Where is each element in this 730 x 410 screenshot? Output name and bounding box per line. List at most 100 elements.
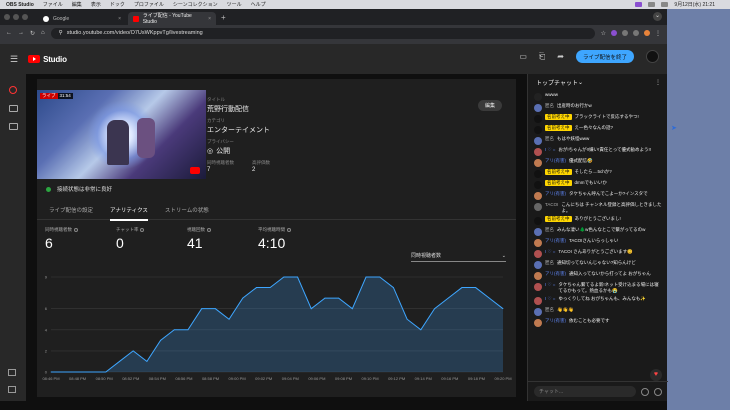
browser-menu-icon[interactable]: ⋮ [655, 30, 661, 37]
chat-author: アリ(有害) [545, 238, 566, 243]
chat-avatar [534, 93, 542, 101]
chat-message[interactable]: 名前考え中 ブラックライトで反応するやつ! [528, 113, 668, 124]
tab-analytics[interactable]: アナリティクス [110, 200, 159, 221]
tab-youtube-studio[interactable]: ライブ配信 - YouTube Studio × [128, 12, 216, 25]
end-stream-button[interactable]: ライブ配信を終了 [575, 50, 634, 63]
minimize-window-button[interactable] [13, 14, 19, 20]
tab-google[interactable]: Google × [38, 12, 126, 25]
chat-message[interactable]: wwww [528, 91, 668, 102]
chat-avatar [534, 148, 542, 156]
chat-message[interactable]: 匿名 みんな凄い🌲w色んなとこで繋がってるのw [528, 226, 668, 237]
metric-select[interactable]: 同時視聴者数 ⌄ [411, 250, 506, 262]
emoji-icon[interactable] [641, 387, 649, 396]
menubar-item[interactable]: プロファイル [134, 1, 164, 8]
send-icon[interactable] [654, 387, 662, 396]
profile-avatar[interactable] [644, 30, 650, 36]
menubar-item[interactable]: シーンコレクション [173, 1, 218, 8]
theater-mode-icon[interactable]: ▭ [519, 52, 527, 61]
channel-avatar[interactable] [646, 50, 659, 63]
chart-point [173, 329, 175, 331]
feedback-icon[interactable] [8, 386, 16, 393]
heart-reaction-icon[interactable]: ♥ [650, 369, 662, 381]
manage-icon[interactable] [8, 123, 18, 130]
chat-message[interactable]: 匿名 出産時のお行かw [528, 102, 668, 113]
chat-author: I ♡ = [545, 147, 556, 152]
chat-message[interactable]: アリ(有害) 通知入ってないから打ってよ おがちゃん [528, 270, 668, 281]
chevron-down-icon: ⌄ [501, 252, 506, 259]
tab-stream-settings[interactable]: ライブ配信の設定 [49, 200, 104, 220]
bookmark-star-icon[interactable]: ☆ [601, 30, 606, 37]
extension-icon[interactable] [622, 30, 628, 36]
new-tab-button[interactable]: + [221, 13, 226, 22]
forward-icon[interactable]: → [18, 30, 24, 36]
youtube-studio-logo[interactable]: Studio [28, 55, 67, 64]
chat-message[interactable]: 匿名 もはや妖怪www [528, 135, 668, 146]
chat-message[interactable]: アリ(有害) タケちゃん呼んでこよーか?インスタで [528, 190, 668, 201]
info-icon[interactable] [207, 228, 211, 232]
chat-message[interactable]: I ♡ = TACOI さんありがとうございます😊 [528, 248, 668, 259]
zoom-window-button[interactable] [22, 14, 28, 20]
close-window-button[interactable] [4, 14, 10, 20]
chat-title[interactable]: トップチャット [536, 78, 578, 87]
chart-point [297, 276, 298, 278]
x-tick-label: 08:58 PM [202, 376, 219, 381]
menubar-item[interactable]: ヘルプ [251, 1, 266, 8]
chat-message[interactable]: アリ(有害) 依むことも必要です [528, 317, 668, 328]
info-icon[interactable] [140, 228, 145, 232]
chat-message[interactable]: 匿名 👋👋👋 [528, 306, 668, 317]
chat-message[interactable]: アリ(有害) TACOIさんいらっしゃい [528, 237, 668, 248]
chat-message[interactable]: I ♡ = ゆっくりしてね おがちゃんも、みんなも✨ [528, 295, 668, 306]
menubar-item[interactable]: 編集 [72, 1, 82, 8]
close-tab-icon[interactable]: × [118, 16, 121, 22]
metric-select-value: 同時視聴者数 [411, 253, 442, 259]
chat-input[interactable]: チャット... [534, 386, 636, 397]
tab-stream-health[interactable]: ストリームの状態 [165, 200, 220, 220]
wifi-icon[interactable] [648, 2, 656, 7]
share-icon[interactable]: ➦ [557, 52, 564, 61]
menubar-item[interactable]: ツール [227, 1, 242, 8]
search-icon[interactable] [661, 2, 669, 7]
info-icon[interactable] [287, 228, 291, 232]
chat-message[interactable]: I ♡ = おが!ちゃんが!!嫌い!責任とって優式勧めよう!! [528, 146, 668, 157]
info-icon[interactable] [74, 228, 78, 232]
bookmark-icon[interactable]: ⎗ [539, 52, 545, 62]
chat-author: 名前考え中 [545, 125, 572, 131]
menu-icon[interactable]: ☰ [10, 54, 18, 65]
chat-message[interactable]: 名前考え中 そしたら....5chか? [528, 168, 668, 179]
chevron-down-icon[interactable]: ⌄ [578, 79, 583, 86]
chat-avatar [534, 272, 542, 280]
menubar-item[interactable]: 表示 [91, 1, 101, 8]
stream-preview[interactable]: ライブ 31:54 [37, 90, 206, 179]
back-icon[interactable]: ← [6, 30, 12, 36]
chat-message[interactable]: 名前考え中 ありがとうございまし! [528, 215, 668, 226]
live-chat-panel: トップチャット ⌄ ⋮ wwww 匿名 出産時のお行かw 名前考え中 ブラックライトで反… [527, 74, 668, 401]
chat-text: 通知切ってないんじゃない?知らんけど [557, 260, 636, 265]
chat-author: 匿名 [545, 227, 554, 232]
category-label: カテゴリ [207, 118, 225, 123]
home-icon[interactable]: ⌂ [41, 30, 45, 36]
menubar-item[interactable]: ファイル [43, 1, 63, 8]
x-tick-label: 08:48 PM [69, 376, 86, 381]
close-tab-icon[interactable]: × [208, 16, 211, 22]
url-field[interactable]: ⚲ studio.youtube.com/video/O7UsWKppvTg/l… [50, 27, 595, 39]
live-stream-icon[interactable] [9, 86, 17, 94]
menubar-clock[interactable]: 9月12日(水) 21:21 [674, 1, 715, 8]
menubar-app-name[interactable]: OBS Studio [6, 2, 34, 8]
more-options-icon[interactable]: ⋮ [655, 79, 661, 86]
tab-search-icon[interactable]: ⌄ [653, 12, 662, 21]
extension-icon[interactable] [611, 30, 617, 36]
chat-message[interactable]: I ♡ = タケちゃん繋てるよ新!ネット受け込まる場には寝てるかもって。熱血るかも… [528, 281, 668, 295]
open-external-icon[interactable] [8, 369, 16, 376]
sidepanel-icon[interactable] [633, 30, 639, 36]
chat-message[interactable]: 匿名 通知切ってないんじゃない?知らんけど [528, 259, 668, 270]
chat-message[interactable]: アリ(有害) 優式配信🤣 [528, 157, 668, 168]
camera-icon[interactable] [8, 105, 18, 112]
site-info-icon[interactable]: ⚲ [59, 30, 63, 36]
chat-message[interactable]: TACOI こんにちは チャンネル登録と高評価しときましたよ。 [528, 201, 668, 215]
chat-message[interactable]: 名前考え中 え一色々なんの話? [528, 124, 668, 135]
status-app-icon[interactable] [635, 2, 643, 7]
menubar-item[interactable]: ドック [110, 1, 125, 8]
edit-button[interactable]: 編集 [477, 100, 502, 111]
reload-icon[interactable]: ↻ [30, 30, 35, 37]
chat-message[interactable]: 名前考え中 dmmでもいいか [528, 179, 668, 190]
